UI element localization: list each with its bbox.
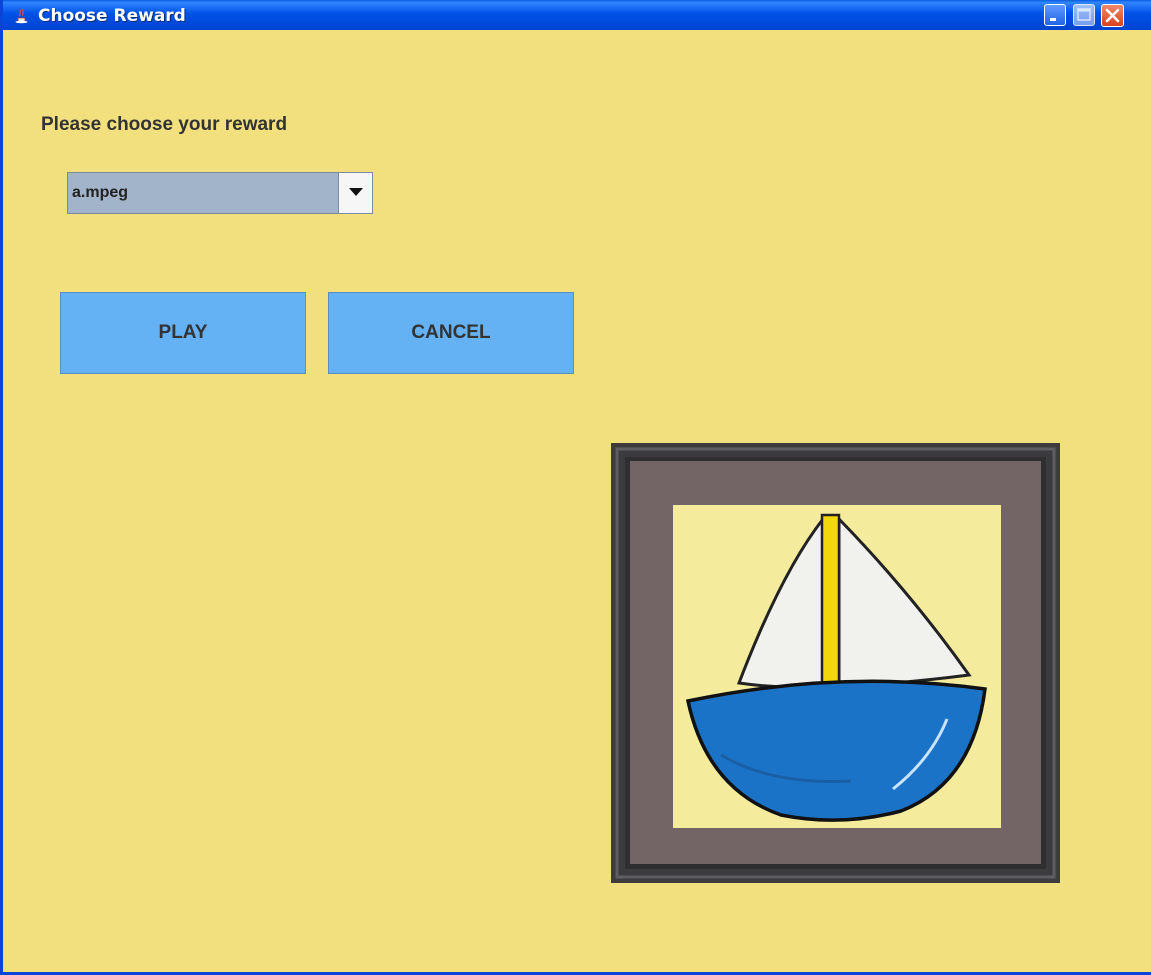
boat-mast xyxy=(820,513,841,697)
maximize-button[interactable] xyxy=(1073,4,1095,26)
window-title: Choose Reward xyxy=(38,6,186,26)
minimize-button[interactable] xyxy=(1044,4,1066,26)
chevron-down-icon xyxy=(349,188,363,196)
maximize-icon xyxy=(1077,8,1091,21)
content-panel: Please choose your reward a.mpeg PLAY CA… xyxy=(6,30,1151,972)
reward-preview-image xyxy=(611,443,1060,883)
title-bar[interactable]: Choose Reward xyxy=(3,0,1151,30)
reward-prompt-label: Please choose your reward xyxy=(41,114,288,135)
reward-window: Choose Reward Please choose your reward … xyxy=(0,0,1151,975)
close-button[interactable] xyxy=(1101,4,1124,27)
reward-select[interactable]: a.mpeg xyxy=(67,172,373,214)
reward-select-value: a.mpeg xyxy=(72,184,129,201)
close-icon xyxy=(1105,8,1120,23)
reward-select-dropdown-button[interactable] xyxy=(338,173,372,213)
minimize-icon xyxy=(1050,18,1056,21)
cancel-button[interactable]: CANCEL xyxy=(328,292,574,374)
play-button[interactable]: PLAY xyxy=(60,292,306,374)
java-cup-icon xyxy=(13,7,30,24)
